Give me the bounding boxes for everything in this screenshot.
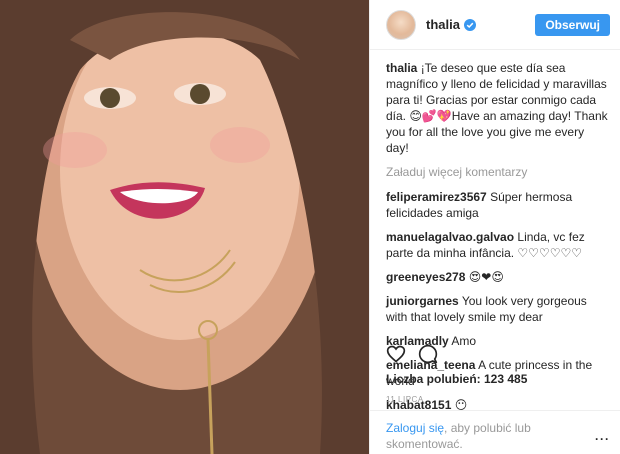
comment-item: feliperamirez3567 Súper hermosa felicida…	[386, 189, 608, 221]
login-link[interactable]: Zaloguj się	[386, 421, 444, 435]
comment-icon[interactable]	[418, 344, 438, 364]
portrait-image	[0, 0, 369, 454]
avatar[interactable]	[386, 9, 416, 40]
comment-username[interactable]: juniorgarnes	[386, 294, 459, 308]
post-side-panel: thalia Obserwuj thalia ¡Te deseo que est…	[369, 0, 620, 454]
load-more-comments[interactable]: Załaduj więcej komentarzy	[386, 164, 608, 180]
caption-username[interactable]: thalia	[386, 61, 417, 75]
comment-username[interactable]: manuelagalvao.galvao	[386, 230, 514, 244]
profile-username[interactable]: thalia	[426, 17, 460, 32]
heart-icon[interactable]	[386, 344, 406, 364]
follow-button[interactable]: Obserwuj	[535, 13, 610, 36]
post-header: thalia Obserwuj	[370, 0, 620, 50]
comment-text: 😍❤😍	[468, 270, 504, 284]
comment-username[interactable]: greeneyes278	[386, 270, 465, 284]
comment-item: juniorgarnes You look very gorgeous with…	[386, 293, 608, 325]
comment-item: greeneyes278 😍❤😍	[386, 269, 608, 285]
post-actions	[386, 344, 438, 364]
comment-username[interactable]: feliperamirez3567	[386, 190, 487, 204]
comment-text: Amo	[451, 334, 477, 348]
post-date[interactable]: 11 LIPCA	[386, 395, 424, 404]
likes-count[interactable]: Liczba polubień: 123 485	[386, 372, 527, 386]
caption-text: ¡Te deseo que este día sea magnífico y l…	[386, 61, 608, 155]
post-photo[interactable]	[0, 0, 369, 454]
caption: thalia ¡Te deseo que este día sea magníf…	[386, 60, 608, 156]
login-prompt: Zaloguj się, aby polubić lub skomentować…	[370, 410, 620, 452]
more-options-icon[interactable]: ···	[595, 431, 610, 447]
comment-item: manuelagalvao.galvao Linda, vc fez parte…	[386, 229, 608, 261]
verified-badge-icon	[463, 18, 476, 31]
